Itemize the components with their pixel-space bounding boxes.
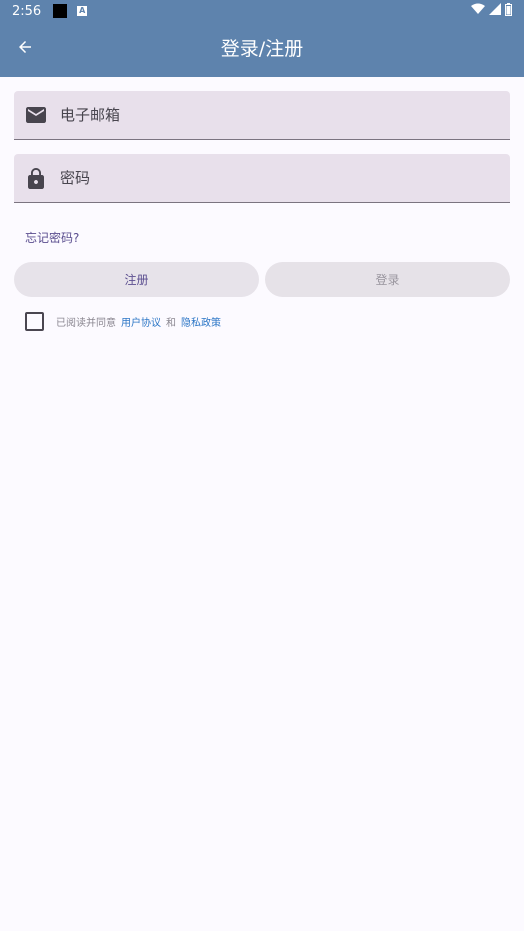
email-input[interactable] bbox=[60, 91, 510, 139]
user-agreement-link[interactable]: 用户协议 bbox=[121, 314, 161, 329]
page-title: 登录/注册 bbox=[220, 38, 304, 60]
wifi-icon bbox=[471, 3, 485, 19]
app-bar: 登录/注册 bbox=[0, 22, 524, 77]
mail-icon bbox=[25, 104, 47, 126]
register-button[interactable]: 注册 bbox=[14, 262, 259, 297]
agreement-prefix: 已阅读并同意 bbox=[56, 317, 116, 329]
password-input[interactable] bbox=[60, 154, 510, 202]
lock-icon bbox=[25, 167, 47, 189]
status-bar: 2:56 A bbox=[0, 0, 524, 22]
a-badge-icon: A bbox=[77, 6, 88, 16]
login-button[interactable]: 登录 bbox=[265, 262, 510, 297]
agreement-checkbox[interactable] bbox=[25, 311, 44, 331]
status-time: 2:56 bbox=[12, 3, 42, 19]
forgot-password-link[interactable]: 忘记密码? bbox=[25, 229, 79, 246]
signal-icon bbox=[489, 3, 501, 19]
status-icons bbox=[471, 2, 512, 20]
notification-square-icon bbox=[53, 4, 68, 18]
agreement-and: 和 bbox=[166, 317, 176, 329]
email-field[interactable] bbox=[14, 91, 510, 140]
privacy-policy-link[interactable]: 隐私政策 bbox=[181, 314, 221, 329]
password-field[interactable] bbox=[14, 154, 510, 203]
agreement-row: 已阅读并同意 用户协议 和 隐私政策 bbox=[25, 311, 221, 331]
battery-icon bbox=[505, 2, 512, 20]
